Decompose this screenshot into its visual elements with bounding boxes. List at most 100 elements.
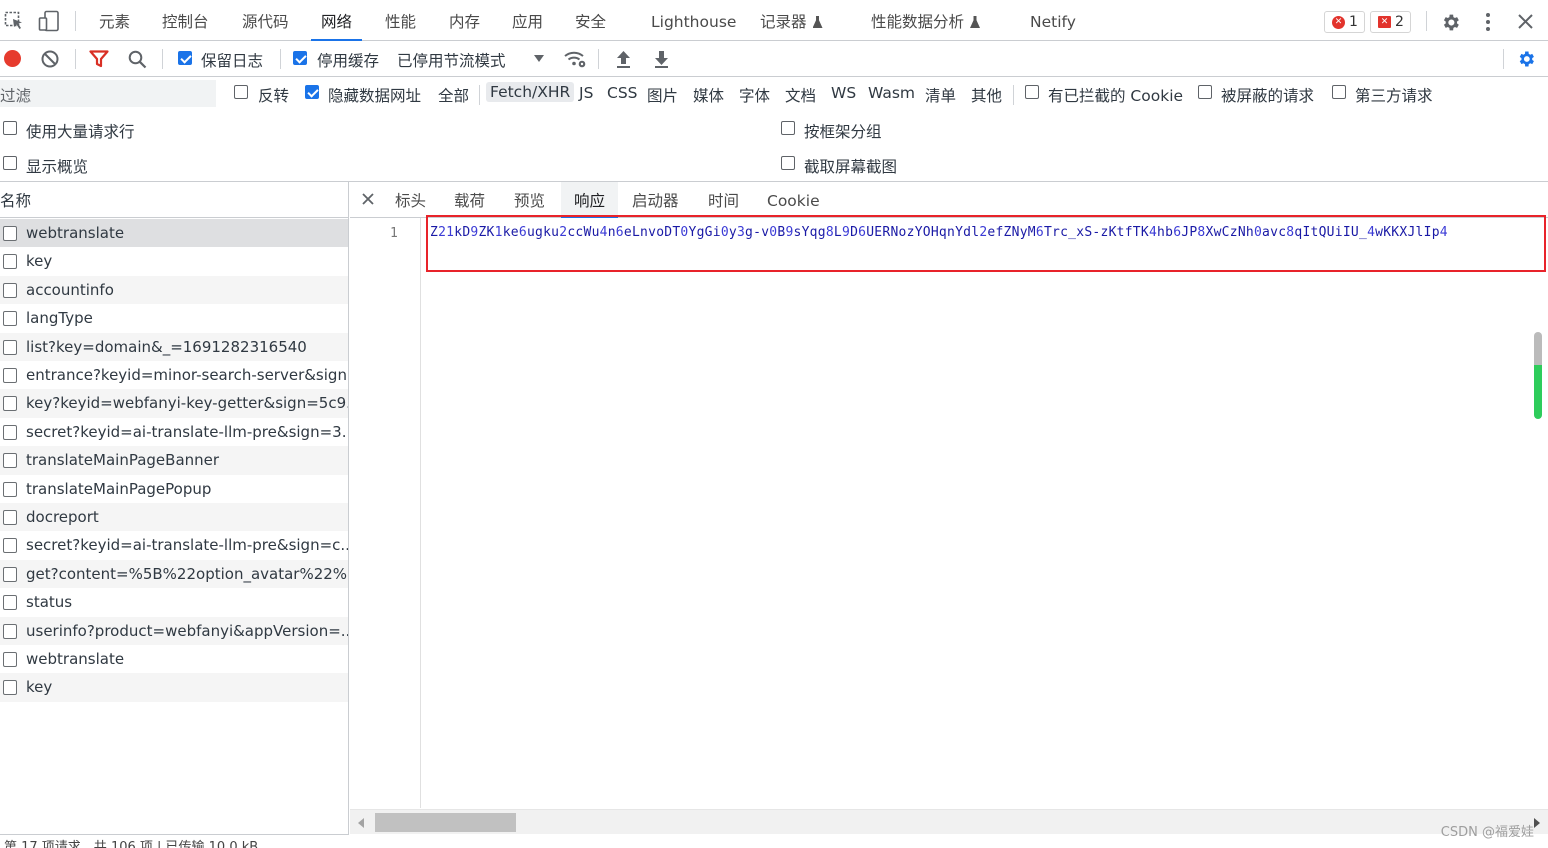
name-column-header[interactable]: 名称 (0, 182, 349, 218)
horizontal-scroll-thumb[interactable] (375, 813, 516, 832)
close-details-icon[interactable] (362, 193, 374, 205)
request-row-checkbox[interactable] (3, 226, 17, 241)
tab-recorder[interactable]: 记录器 (760, 0, 823, 41)
detail-tab-cookies[interactable]: Cookie (767, 182, 820, 218)
filter-type-fetch-xhr[interactable]: Fetch/XHR (486, 82, 575, 102)
more-options-icon[interactable] (1480, 12, 1496, 32)
request-row-checkbox[interactable] (3, 368, 17, 383)
tab-memory[interactable]: 内存 (449, 0, 480, 41)
request-row-checkbox[interactable] (3, 595, 17, 611)
capture-screenshots-checkbox[interactable] (781, 156, 795, 170)
request-row-checkbox[interactable] (3, 282, 17, 298)
show-overview-checkbox[interactable] (3, 156, 17, 170)
filter-type-media[interactable]: 媒体 (693, 84, 724, 106)
vertical-scroll-indicator[interactable] (1532, 332, 1544, 422)
request-row[interactable]: get?content=%5B%22option_avatar%22%... (0, 559, 348, 589)
filter-type-img[interactable]: 图片 (647, 84, 678, 106)
request-row[interactable]: accountinfo (0, 275, 348, 305)
detail-tab-timing[interactable]: 时间 (708, 182, 739, 218)
invert-checkbox[interactable] (234, 85, 248, 99)
scroll-right-arrow-icon[interactable] (1534, 818, 1540, 828)
request-row[interactable]: secret?keyid=ai-translate-llm-pre&sign=3… (0, 418, 348, 446)
tab-network[interactable]: 网络 (310, 0, 363, 41)
filter-funnel-icon[interactable] (89, 50, 109, 68)
request-row-checkbox[interactable] (3, 680, 17, 696)
filter-type-manifest[interactable]: 清单 (925, 84, 956, 106)
request-row-checkbox[interactable] (3, 566, 17, 582)
close-devtools-icon[interactable] (1517, 13, 1534, 30)
filter-type-other[interactable]: 其他 (971, 84, 1002, 106)
filter-type-all[interactable]: 全部 (438, 84, 469, 106)
tab-security[interactable]: 安全 (575, 0, 606, 41)
filter-type-js[interactable]: JS (579, 84, 593, 102)
detail-tab-headers[interactable]: 标头 (395, 182, 426, 218)
request-row[interactable]: key (0, 673, 348, 702)
group-by-frame-checkbox[interactable] (781, 121, 795, 135)
filter-input[interactable]: 过滤 (0, 80, 216, 107)
request-row-checkbox[interactable] (3, 311, 17, 327)
error-count-badge[interactable]: ✕ 1 (1324, 11, 1365, 33)
filter-type-css[interactable]: CSS (607, 84, 638, 102)
preserve-log-checkbox[interactable] (178, 51, 192, 65)
device-toolbar-icon[interactable] (38, 10, 60, 32)
request-row[interactable]: secret?keyid=ai-translate-llm-pre&sign=c… (0, 531, 348, 559)
disable-cache-checkbox[interactable] (293, 51, 307, 65)
clear-icon[interactable] (41, 50, 59, 68)
network-settings-gear-icon[interactable] (1516, 49, 1536, 69)
tab-performance-insights[interactable]: 性能数据分析 (871, 0, 981, 41)
blocked-requests-checkbox[interactable] (1198, 85, 1212, 99)
request-row-checkbox[interactable] (3, 623, 17, 639)
issues-count-badge[interactable]: ✕ 2 (1370, 11, 1411, 33)
tab-elements[interactable]: 元素 (99, 0, 130, 41)
filter-type-wasm[interactable]: Wasm (868, 84, 915, 102)
import-har-upload-icon[interactable] (615, 50, 632, 69)
tab-lighthouse[interactable]: Lighthouse (651, 0, 736, 41)
throttling-select[interactable]: 已停用节流模式 (397, 49, 506, 71)
filter-type-font[interactable]: 字体 (739, 84, 770, 106)
filter-type-ws[interactable]: WS (831, 84, 856, 102)
filter-type-doc[interactable]: 文档 (785, 84, 816, 106)
search-icon[interactable] (128, 50, 147, 69)
detail-tab-response[interactable]: 响应 (561, 182, 619, 218)
detail-tab-payload[interactable]: 载荷 (454, 182, 485, 218)
settings-gear-icon[interactable] (1440, 12, 1461, 33)
request-row[interactable]: translateMainPageBanner (0, 446, 348, 475)
tab-application[interactable]: 应用 (512, 0, 543, 41)
tab-performance[interactable]: 性能 (385, 0, 416, 41)
scroll-left-arrow-icon[interactable] (358, 818, 364, 828)
tab-console[interactable]: 控制台 (162, 0, 209, 41)
request-row[interactable]: translateMainPagePopup (0, 475, 348, 503)
request-row-checkbox[interactable] (3, 453, 17, 469)
request-row[interactable]: key?keyid=webfanyi-key-getter&sign=5c9..… (0, 389, 348, 418)
request-row-checkbox[interactable] (3, 652, 17, 667)
detail-tab-initiator[interactable]: 启动器 (632, 182, 679, 218)
request-row-checkbox[interactable] (3, 510, 17, 525)
request-row[interactable]: key (0, 247, 348, 275)
export-har-download-icon[interactable] (653, 50, 670, 69)
request-row-checkbox[interactable] (3, 339, 17, 355)
blocked-cookies-checkbox[interactable] (1025, 85, 1039, 99)
tab-netify[interactable]: Netify (1030, 0, 1076, 41)
request-row[interactable]: userinfo?product=webfanyi&appVersion=... (0, 616, 348, 645)
detail-tab-preview[interactable]: 预览 (514, 182, 545, 218)
request-row[interactable]: docreport (0, 503, 348, 532)
big-request-rows-checkbox[interactable] (3, 121, 17, 135)
horizontal-scrollbar[interactable] (350, 809, 1548, 834)
network-conditions-wifi-icon[interactable] (563, 50, 587, 69)
request-row[interactable]: webtranslate (0, 645, 348, 673)
throttling-dropdown-icon[interactable] (534, 55, 544, 62)
request-row[interactable]: status (0, 588, 348, 616)
tab-sources[interactable]: 源代码 (242, 0, 289, 41)
request-row[interactable]: list?key=domain&_=1691282316540 (0, 332, 348, 361)
request-row[interactable]: langType (0, 304, 348, 332)
request-row-checkbox[interactable] (3, 396, 17, 412)
third-party-checkbox[interactable] (1332, 85, 1346, 99)
request-row-checkbox[interactable] (3, 424, 17, 440)
inspect-element-icon[interactable] (4, 11, 24, 31)
request-row-checkbox[interactable] (3, 254, 17, 270)
hide-data-urls-checkbox[interactable] (305, 85, 319, 99)
request-row[interactable]: webtranslate (0, 219, 348, 248)
request-row[interactable]: entrance?keyid=minor-search-server&sign.… (0, 361, 348, 389)
request-row-checkbox[interactable] (3, 538, 17, 554)
request-row-checkbox[interactable] (3, 481, 17, 497)
